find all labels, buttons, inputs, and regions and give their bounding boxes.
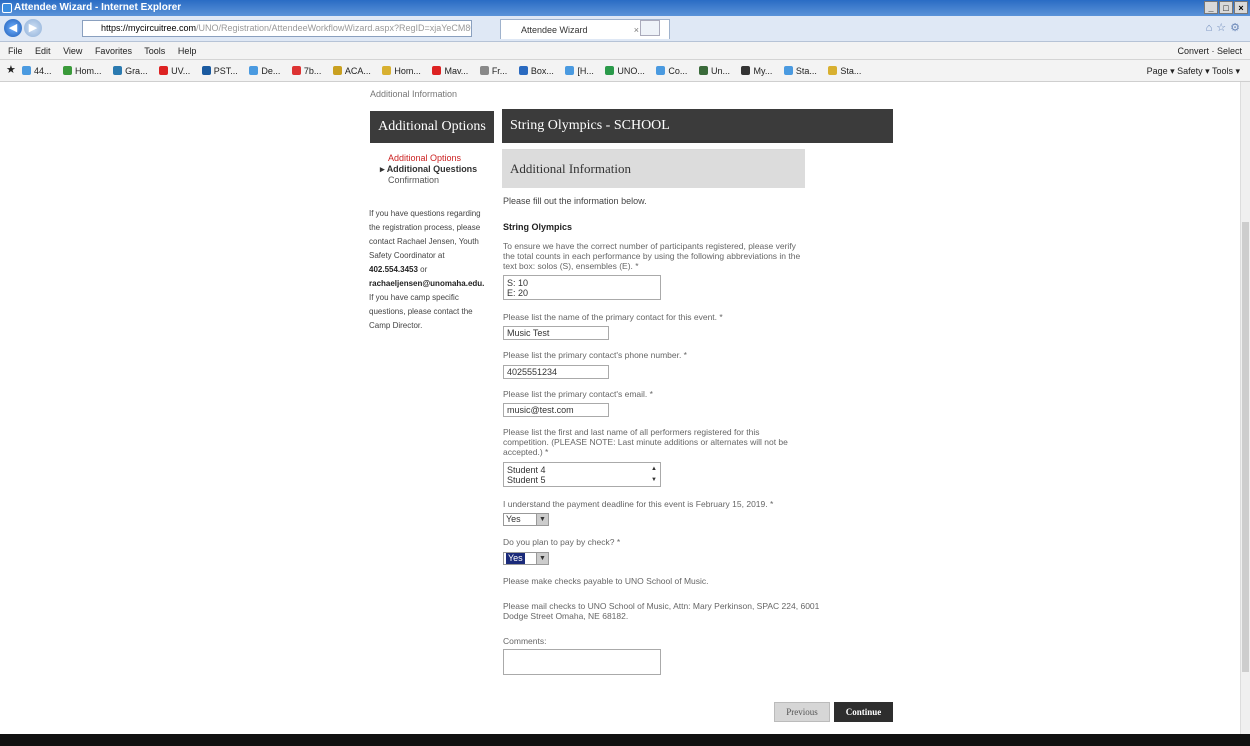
step-confirmation: Confirmation [388,175,440,185]
counts-line-2: E: 20 [507,288,529,298]
payment-deadline-select[interactable]: Yes ▼ [503,513,549,526]
fav-item[interactable]: Gra... [113,66,148,76]
menu-bar: File Edit View Favorites Tools Help Conv… [0,42,1250,60]
question-contact-phone: Please list the primary contact's phone … [503,350,687,360]
fav-item[interactable]: Hom... [63,66,102,76]
fav-item[interactable]: UV... [159,66,190,76]
window-title: Attendee Wizard - Internet Explorer [14,2,182,13]
close-button[interactable]: × [1234,1,1248,14]
contact-email-input[interactable]: music@test.com [503,403,609,417]
fav-item[interactable]: 44... [22,66,52,76]
menu-file[interactable]: File [8,46,23,56]
fav-item[interactable]: Co... [656,66,687,76]
pay-by-check-value: Yes [506,553,525,564]
close-tab-icon[interactable]: × [634,20,639,40]
url-host: https://mycircuitree.com [101,23,197,33]
scroll-down-icon[interactable]: ▼ [651,475,657,485]
forward-icon[interactable]: ▶ [24,19,42,37]
url-input[interactable]: https://mycircuitree.com/UNO/Registratio… [82,20,472,37]
page-scrollbar[interactable] [1240,82,1250,734]
sidebar-heading: Additional Options [370,111,494,143]
fav-item[interactable]: UNO... [605,66,645,76]
maximize-button[interactable]: □ [1219,1,1233,14]
fav-item[interactable]: ACA... [332,66,371,76]
help-or: or [420,265,428,274]
favorites-bar: ★ 44... Hom... Gra... UV... PST... De...… [0,60,1250,82]
previous-button[interactable]: Previous [774,702,830,722]
payment-deadline-value: Yes [506,514,521,524]
fav-item[interactable]: Box... [518,66,554,76]
counts-textarea[interactable]: S: 10 E: 20 [503,275,661,300]
performers-textarea[interactable]: Student 4 Student 5 ▲ ▼ [503,462,661,487]
checks-payable-note: Please make checks payable to UNO School… [503,576,709,586]
menu-tools[interactable]: Tools [144,46,165,56]
question-pay-by-check: Do you plan to pay by check? * [503,537,621,547]
url-path: /UNO/Registration/AttendeeWorkflowWizard… [196,23,472,33]
mail-checks-note: Please mail checks to UNO School of Musi… [503,601,820,621]
help-phone: 402.554.3453 [369,265,418,274]
group-name: String Olympics [503,222,573,232]
fav-item[interactable]: Sta... [828,66,861,76]
command-bar[interactable]: Page ▾ Safety ▾ Tools ▾ [1140,60,1240,81]
sidebar-help-text: If you have questions regarding the regi… [369,207,491,333]
question-counts: To ensure we have the correct number of … [503,241,801,271]
fav-item[interactable]: De... [249,66,280,76]
menu-help[interactable]: Help [178,46,197,56]
wizard-steps: Additional Options ▸ Additional Question… [380,153,477,186]
step-additional-questions-label: Additional Questions [386,164,478,174]
fav-item[interactable]: Sta... [783,66,817,76]
comments-label: Comments: [503,636,547,646]
contact-phone-input[interactable]: 4025551234 [503,365,609,379]
menu-favorites[interactable]: Favorites [95,46,132,56]
question-performers: Please list the first and last name of a… [503,427,788,457]
window-titlebar: Attendee Wizard - Internet Explorer _ □ … [0,0,1250,16]
fav-item[interactable]: Fr... [479,66,507,76]
ie-icon [2,3,12,13]
fav-item[interactable]: 7b... [291,66,321,76]
contact-name-input[interactable]: Music Test [503,326,609,340]
intro-text: Please fill out the information below. [503,196,647,206]
current-step-arrow-icon: ▸ [380,164,387,174]
help-text-2: If you have camp specific questions, ple… [369,293,473,330]
scrollbar-thumb[interactable] [1242,222,1249,672]
address-bar: ◀ ▶ https://mycircuitree.com/UNO/Registr… [0,16,1250,42]
comments-textarea[interactable] [503,649,661,675]
new-tab-button[interactable] [640,20,660,36]
home-star-gear-icons[interactable]: ⌂☆⚙ [1206,21,1244,34]
question-payment-deadline: I understand the payment deadline for th… [503,499,774,509]
question-contact-email: Please list the primary contact's email.… [503,389,653,399]
page-content: Additional Information Additional Option… [0,82,1250,734]
chevron-down-icon[interactable]: ▼ [536,553,548,564]
performers-line-1: Student 4 [507,465,546,475]
continue-button[interactable]: Continue [834,702,893,722]
question-contact-name: Please list the name of the primary cont… [503,312,723,322]
pay-by-check-select[interactable]: Yes ▼ [503,552,549,565]
page-footer [0,734,1250,746]
step-additional-questions: ▸ Additional Questions [380,164,477,175]
fav-item[interactable]: Hom... [382,66,421,76]
window-controls: _ □ × [1204,1,1248,14]
fav-item[interactable]: Un... [698,66,730,76]
performers-line-2: Student 5 [507,475,546,485]
chevron-down-icon[interactable]: ▼ [536,514,548,525]
menu-edit[interactable]: Edit [35,46,51,56]
favorites-star-icon[interactable]: ★ [6,65,17,76]
help-text-1: If you have questions regarding the regi… [369,209,481,260]
minimize-button[interactable]: _ [1204,1,1218,14]
tab-label: Attendee Wizard [521,25,588,35]
fav-item[interactable]: PST... [201,66,238,76]
step-additional-options[interactable]: Additional Options [380,153,477,164]
breadcrumb: Additional Information [370,89,458,99]
help-email-link[interactable]: rachaeljensen@unomaha.edu. [369,279,484,288]
counts-line-1: S: 10 [507,278,529,288]
convert-select-tools[interactable]: Convert · Select [1177,42,1242,60]
fav-item[interactable]: My... [741,66,772,76]
menu-view[interactable]: View [63,46,82,56]
section-title: Additional Information [502,149,805,188]
scroll-up-icon[interactable]: ▲ [651,464,657,474]
fav-item[interactable]: Mav... [432,66,468,76]
fav-item[interactable]: [H... [565,66,594,76]
back-icon[interactable]: ◀ [4,19,22,37]
page-title: String Olympics - SCHOOL [502,109,893,143]
